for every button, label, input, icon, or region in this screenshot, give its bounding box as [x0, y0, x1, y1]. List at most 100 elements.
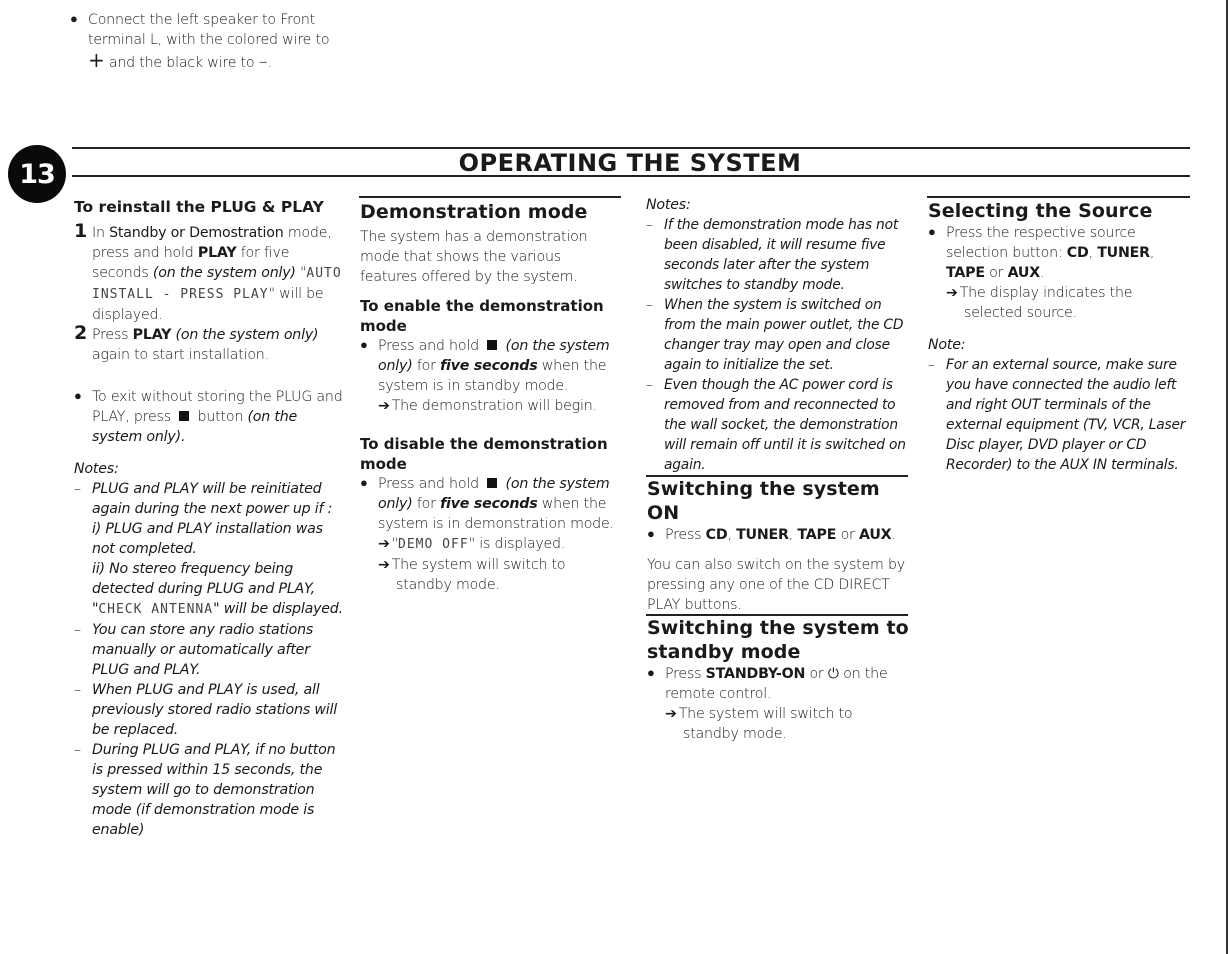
- button-name: AUX: [1007, 265, 1041, 281]
- text: or: [836, 527, 859, 543]
- standby-result: ➔ The system will switch to standby mode.: [665, 704, 909, 744]
- note-label: Note:: [928, 337, 966, 353]
- text: (on the system only): [152, 265, 296, 281]
- arrow-icon: ➔: [946, 285, 958, 301]
- switch-on-heading: Switching the system ON: [647, 478, 880, 524]
- section-rule: [927, 196, 1190, 198]
- text: Standby or Demostration: [109, 225, 284, 241]
- enable-instruction: Press and hold (on the system only) for …: [360, 336, 622, 396]
- standby-heading: Switching the system to standby mode: [647, 617, 909, 663]
- disable-result-2: ➔ The system will switch to standby mode.: [378, 555, 622, 595]
- text: for: [412, 358, 441, 374]
- text: The system will switch to standby mode.: [678, 706, 853, 742]
- demonstration-heading: Demonstration mode: [360, 201, 588, 223]
- power-icon: ⏻: [827, 666, 839, 682]
- section-number-badge: 13: [8, 145, 66, 203]
- lcd-display-text: DEMO OFF: [398, 537, 469, 552]
- text: for: [412, 496, 441, 512]
- text: The display indicates the selected sourc…: [959, 285, 1133, 321]
- speaker-connection-instruction: Connect the left speaker to Front termin…: [70, 10, 348, 73]
- emphasis: five seconds: [440, 358, 538, 374]
- page-edge: [1226, 0, 1228, 954]
- button-name: STANDBY-ON: [705, 666, 806, 682]
- disable-heading: To disable the demonstration mode: [360, 435, 608, 473]
- arrow-icon: ➔: [378, 398, 390, 414]
- exit-instruction: To exit without storing the PLUG and PLA…: [74, 387, 344, 447]
- notes-label: Notes:: [646, 197, 691, 213]
- source-result: ➔ The display indicates the selected sour…: [946, 283, 1192, 323]
- text: Press and hold: [378, 338, 484, 354]
- text: Press: [665, 666, 706, 682]
- source-instruction: Press the respective source selection bu…: [928, 223, 1192, 283]
- note-item: If the demonstration mode has not been d…: [646, 215, 908, 295]
- text: or: [984, 265, 1008, 281]
- button-name: TUNER: [736, 527, 789, 543]
- text: Press and hold: [378, 476, 484, 492]
- text: again to start installation.: [92, 347, 269, 363]
- text: ,: [1088, 245, 1098, 261]
- note-item: When the system is switched on from the …: [646, 295, 908, 375]
- lcd-display-text: CHECK ANTENNA: [98, 602, 214, 617]
- text: The system will switch to standby mode.: [391, 557, 566, 593]
- text: .: [1040, 265, 1045, 281]
- button-name: TAPE: [946, 265, 985, 281]
- demonstration-intro: The system has a demonstration mode that…: [360, 229, 588, 285]
- column-plug-and-play: To reinstall the PLUG & PLAY 1 In Standb…: [74, 197, 344, 840]
- section-number: 13: [19, 158, 56, 190]
- instruction-line: Connect the left speaker to Front: [88, 12, 316, 28]
- disable-instruction: Press and hold (on the system only) for …: [360, 474, 622, 534]
- text: i) PLUG and PLAY installation was not co…: [92, 521, 323, 557]
- text: button: [193, 409, 248, 425]
- text: ,: [1149, 245, 1155, 261]
- text: " will be displayed.: [213, 601, 343, 617]
- selecting-source-heading: Selecting the Source: [928, 200, 1153, 222]
- button-name: PLAY: [132, 327, 172, 343]
- section-rule: [359, 196, 621, 198]
- stop-icon: [487, 340, 498, 350]
- text: .: [891, 527, 896, 543]
- standby-section: Switching the system to standby mode Pre…: [647, 616, 909, 744]
- text: (on the system only): [175, 327, 319, 343]
- instruction-line: .: [267, 55, 273, 71]
- text: In: [92, 225, 110, 241]
- plus-symbol: +: [88, 48, 105, 72]
- page-title: OPERATING THE SYSTEM: [458, 149, 802, 177]
- switch-on-section: Switching the system ON Press CD, TUNER,…: [647, 477, 909, 615]
- arrow-icon: ➔: [378, 536, 390, 552]
- column-switching: Notes: If the demonstration mode has not…: [646, 195, 908, 475]
- step-number: 2: [74, 322, 88, 344]
- text: PLUG and PLAY will be reinitiated again …: [92, 481, 333, 517]
- text: Press: [92, 327, 133, 343]
- step-number: 1: [74, 220, 88, 242]
- note-item: PLUG and PLAY will be reinitiated again …: [74, 479, 344, 620]
- button-name: CD: [705, 527, 728, 543]
- enable-result: ➔ The demonstration will begin.: [378, 396, 622, 416]
- text: or: [805, 666, 828, 682]
- minus-symbol: –: [258, 51, 268, 72]
- notes-label: Notes:: [74, 461, 119, 477]
- note-item: For an external source, make sure you ha…: [928, 355, 1192, 475]
- note-item: Even though the AC power cord is removed…: [646, 375, 908, 475]
- step-1: 1 In Standby or Demostration mode, press…: [74, 220, 344, 325]
- stop-icon: [179, 411, 190, 421]
- step-2: 2 Press PLAY (on the system only) again …: [74, 322, 344, 365]
- note-item: When PLUG and PLAY is used, all previous…: [74, 680, 344, 740]
- arrow-icon: ➔: [665, 706, 677, 722]
- enable-heading: To enable the demonstration mode: [360, 297, 604, 335]
- switch-on-paragraph: You can also switch on the system by pre…: [647, 557, 905, 613]
- text: ,: [727, 527, 737, 543]
- text: The demonstration will begin.: [391, 398, 597, 414]
- arrow-icon: ➔: [378, 557, 390, 573]
- instruction-line: and the black wire to: [104, 55, 259, 71]
- column-selecting-source: Selecting the Source Press the respectiv…: [928, 199, 1192, 475]
- disable-result-1: ➔ "DEMO OFF" is displayed.: [378, 534, 622, 555]
- button-name: PLAY: [197, 245, 237, 261]
- switch-on-instruction: Press CD, TUNER, TAPE or AUX.: [647, 525, 909, 545]
- text: ": [295, 265, 307, 281]
- plug-play-heading: To reinstall the PLUG & PLAY: [74, 198, 324, 216]
- button-name: TAPE: [797, 527, 837, 543]
- button-name: TUNER: [1097, 245, 1150, 261]
- note-item: During PLUG and PLAY, if no button is pr…: [74, 740, 344, 840]
- button-name: AUX: [859, 527, 892, 543]
- text: Press: [665, 527, 706, 543]
